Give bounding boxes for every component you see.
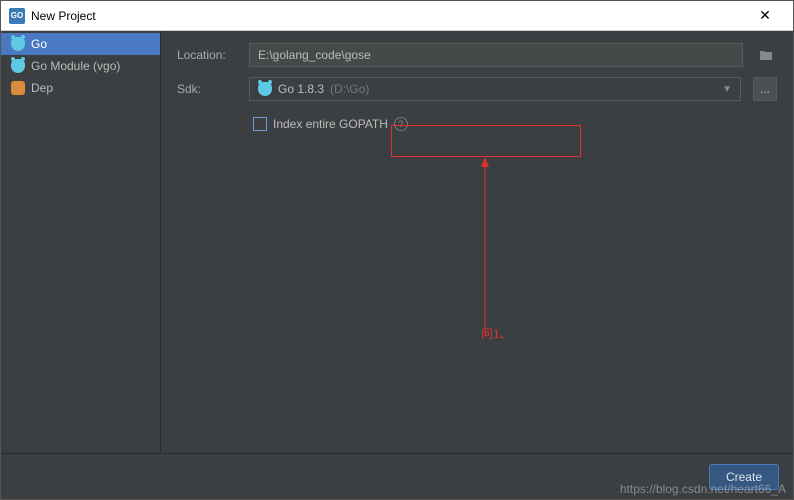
help-icon[interactable]: ?	[394, 117, 408, 131]
dialog-window: GO New Project ✕ Go Go Module (vgo) Dep …	[0, 0, 794, 500]
sdk-path-text: (D:\Go)	[330, 82, 369, 96]
browse-folder-icon[interactable]	[755, 44, 777, 66]
window-title: New Project	[31, 9, 745, 23]
index-gopath-checkbox[interactable]	[253, 117, 267, 131]
annotation-text: 问1、	[481, 325, 512, 342]
sdk-dropdown[interactable]: Go 1.8.3 (D:\Go) ▼	[249, 77, 741, 101]
sidebar: Go Go Module (vgo) Dep	[1, 31, 161, 453]
gopher-icon	[11, 59, 25, 73]
dep-icon	[11, 81, 25, 95]
sidebar-item-label: Go Module (vgo)	[31, 59, 120, 73]
sidebar-item-label: Dep	[31, 81, 53, 95]
gopher-icon	[258, 82, 272, 96]
dialog-footer: Create	[1, 453, 793, 499]
titlebar: GO New Project ✕	[1, 1, 793, 31]
sidebar-item-go[interactable]: Go	[1, 33, 160, 55]
location-label: Location:	[177, 48, 237, 62]
gopher-icon	[11, 37, 25, 51]
app-icon: GO	[9, 8, 25, 24]
location-row: Location:	[177, 43, 777, 67]
close-button[interactable]: ✕	[745, 2, 785, 30]
sdk-version-text: Go 1.8.3	[278, 82, 324, 96]
sdk-row: Sdk: Go 1.8.3 (D:\Go) ▼ ...	[177, 77, 777, 101]
annotation-arrow	[435, 157, 495, 337]
sidebar-item-dep[interactable]: Dep	[1, 77, 160, 99]
chevron-down-icon: ▼	[722, 84, 732, 95]
main-panel: Location: Sdk: Go 1.8.3 (D:\Go) ▼ ... In…	[161, 31, 793, 453]
create-button[interactable]: Create	[709, 464, 779, 490]
content-area: Go Go Module (vgo) Dep Location: Sdk:	[1, 31, 793, 453]
index-gopath-label: Index entire GOPATH	[273, 117, 388, 131]
sdk-more-button[interactable]: ...	[753, 77, 777, 101]
sidebar-item-label: Go	[31, 37, 47, 51]
location-input[interactable]	[249, 43, 743, 67]
sdk-label: Sdk:	[177, 82, 237, 96]
sidebar-item-go-module[interactable]: Go Module (vgo)	[1, 55, 160, 77]
index-gopath-row: Index entire GOPATH ?	[249, 111, 777, 137]
